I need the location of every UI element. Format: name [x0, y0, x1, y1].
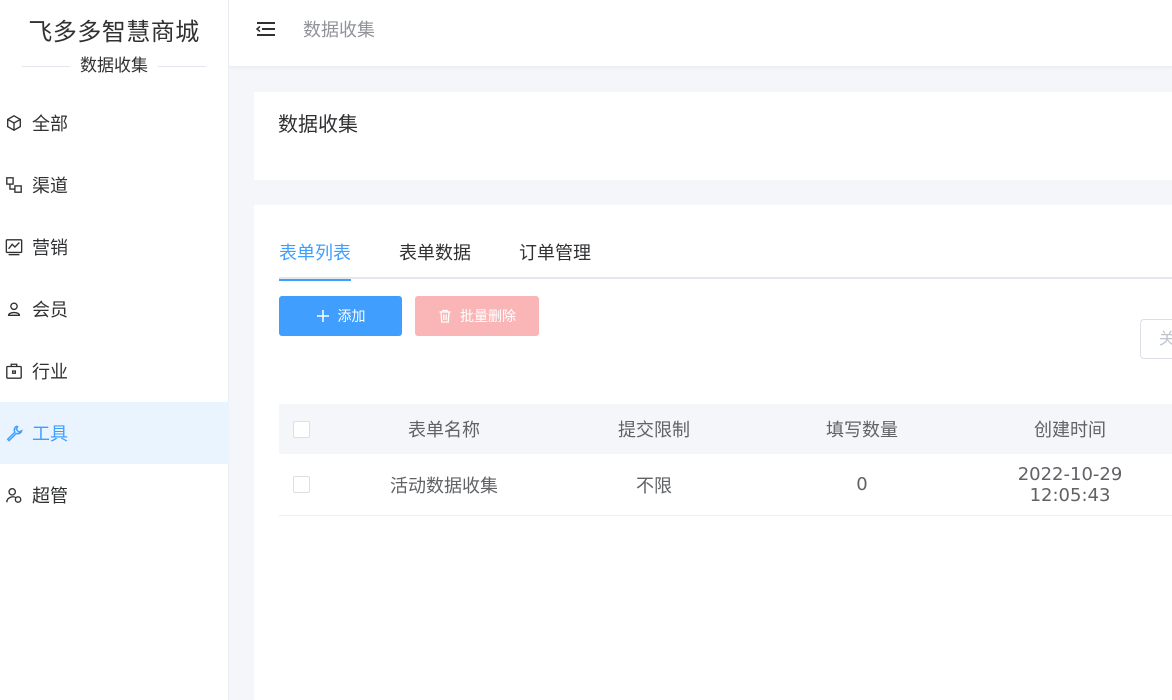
sidebar-item-label: 工具	[32, 424, 68, 445]
batch-delete-button[interactable]: 批量删除	[415, 296, 539, 336]
top-header: 数据收集	[229, 0, 1172, 67]
brand-title: 飞多多智慧商城	[28, 18, 200, 46]
brand-subtitle: 数据收集	[70, 56, 158, 76]
breadcrumb: 数据收集	[303, 20, 375, 41]
select-all-checkbox[interactable]	[293, 420, 310, 438]
sidebar-item-industry[interactable]: 行业	[0, 340, 229, 402]
sidebar-item-tools[interactable]: 工具	[0, 402, 229, 464]
cell-form-name: 活动数据收集	[390, 475, 498, 497]
tab-form-list[interactable]: 表单列表	[279, 241, 351, 281]
sidebar-item-marketing[interactable]: 营销	[0, 216, 229, 278]
batch-delete-label: 批量删除	[460, 309, 516, 325]
form-table: 表单名称 提交限制 填写数量 创建时间 活动数据收集 不限 0 2022-10-…	[279, 404, 1172, 516]
sidebar-item-label: 全部	[32, 114, 68, 135]
page-title-card: 数据收集	[254, 92, 1172, 180]
divider	[22, 65, 70, 67]
brand: 飞多多智慧商城 数据收集	[0, 0, 228, 76]
table-header: 表单名称 提交限制 填写数量 创建时间	[279, 404, 1172, 454]
column-header: 表单名称	[408, 420, 480, 441]
sidebar-item-label: 会员	[32, 300, 68, 321]
sidebar-item-label: 行业	[32, 362, 68, 383]
search-input[interactable]: 关	[1140, 319, 1172, 359]
add-button[interactable]: 添加	[279, 296, 402, 336]
sidebar: 飞多多智慧商城 数据收集 全部 渠道 营销 会员 行业 工具 超管	[0, 0, 229, 700]
user-icon	[4, 299, 24, 319]
cell-created-time: 2022-10-29 12:05:43	[1017, 463, 1123, 506]
add-button-label: 添加	[337, 309, 366, 325]
sidebar-item-all[interactable]: 全部	[0, 92, 229, 154]
page-title: 数据收集	[278, 112, 358, 136]
briefcase-icon	[4, 361, 24, 381]
wrench-icon	[4, 423, 24, 443]
sidebar-item-superadmin[interactable]: 超管	[0, 464, 229, 526]
table-row: 活动数据收集 不限 0 2022-10-29 12:05:43	[279, 454, 1172, 516]
column-header: 填写数量	[826, 420, 898, 441]
cell-fill-count: 0	[856, 474, 868, 495]
sidebar-item-channel[interactable]: 渠道	[0, 154, 229, 216]
menu-toggle-icon[interactable]	[255, 18, 277, 40]
tabs: 表单列表 表单数据 订单管理	[279, 241, 1172, 281]
admin-icon	[4, 485, 24, 505]
channel-icon	[4, 175, 24, 195]
sidebar-item-label: 超管	[32, 486, 68, 507]
divider	[158, 65, 206, 67]
sidebar-menu: 全部 渠道 营销 会员 行业 工具 超管	[0, 92, 229, 526]
cube-icon	[4, 113, 24, 133]
plus-icon	[316, 309, 330, 323]
chart-icon	[4, 237, 24, 257]
tab-order-management[interactable]: 订单管理	[519, 241, 591, 279]
column-header: 提交限制	[618, 420, 690, 441]
column-header: 创建时间	[1034, 420, 1106, 441]
sidebar-item-label: 营销	[32, 238, 68, 259]
cell-submit-limit: 不限	[636, 475, 672, 497]
content-card: 表单列表 表单数据 订单管理 添加 批量删除 关 表单名称 提交限制 填写数量 …	[254, 205, 1172, 700]
sidebar-item-label: 渠道	[32, 176, 68, 197]
row-checkbox[interactable]	[293, 476, 310, 493]
trash-icon	[438, 309, 452, 323]
sidebar-item-member[interactable]: 会员	[0, 278, 229, 340]
tab-form-data[interactable]: 表单数据	[399, 241, 471, 279]
